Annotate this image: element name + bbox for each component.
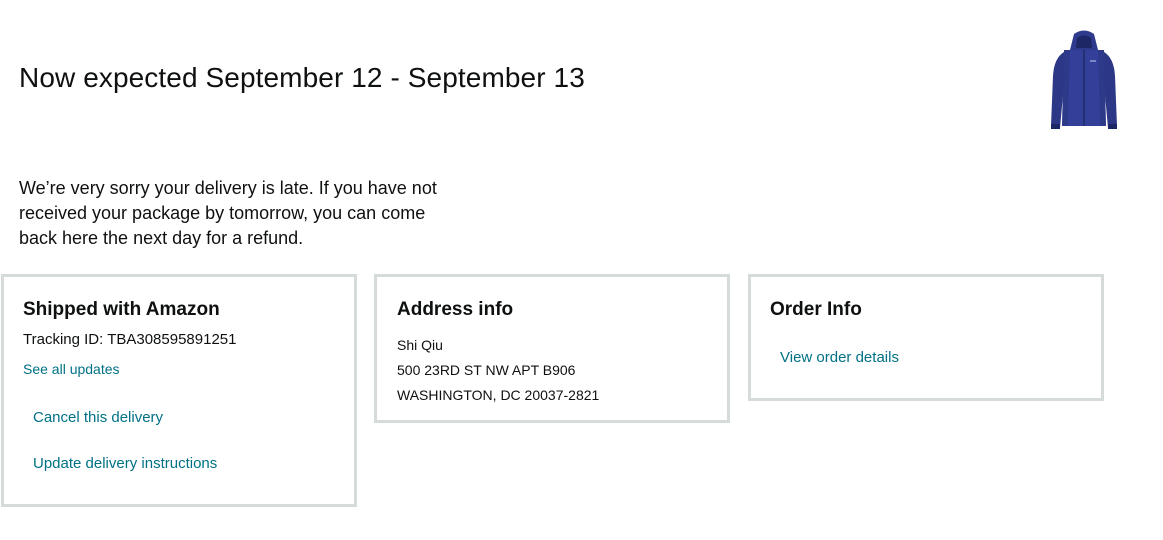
cancel-delivery-link[interactable]: Cancel this delivery [33, 409, 163, 426]
address-card-title: Address info [397, 299, 514, 320]
address-street: 500 23RD ST NW APT B906 [397, 362, 576, 378]
shipping-card: Shipped with Amazon Tracking ID: TBA3085… [1, 274, 357, 507]
late-delivery-message: We’re very sorry your delivery is late. … [19, 178, 437, 248]
see-all-updates-link[interactable]: See all updates [23, 361, 120, 377]
address-city: WASHINGTON, DC 20037-2821 [397, 387, 600, 403]
update-delivery-instructions-link[interactable]: Update delivery instructions [33, 455, 217, 472]
tracking-id: Tracking ID: TBA308595891251 [23, 331, 237, 348]
order-card: Order Info View order details [748, 274, 1104, 401]
shipping-card-title: Shipped with Amazon [23, 299, 220, 320]
address-card: Address info Shi Qiu 500 23RD ST NW APT … [374, 274, 730, 423]
address-name: Shi Qiu [397, 337, 443, 353]
order-card-title: Order Info [770, 299, 862, 320]
product-image[interactable] [1046, 28, 1122, 134]
delivery-status-heading: Now expected September 12 - September 13 [19, 62, 585, 93]
blue-jacket-icon [1051, 30, 1117, 129]
view-order-details-link[interactable]: View order details [780, 349, 899, 366]
